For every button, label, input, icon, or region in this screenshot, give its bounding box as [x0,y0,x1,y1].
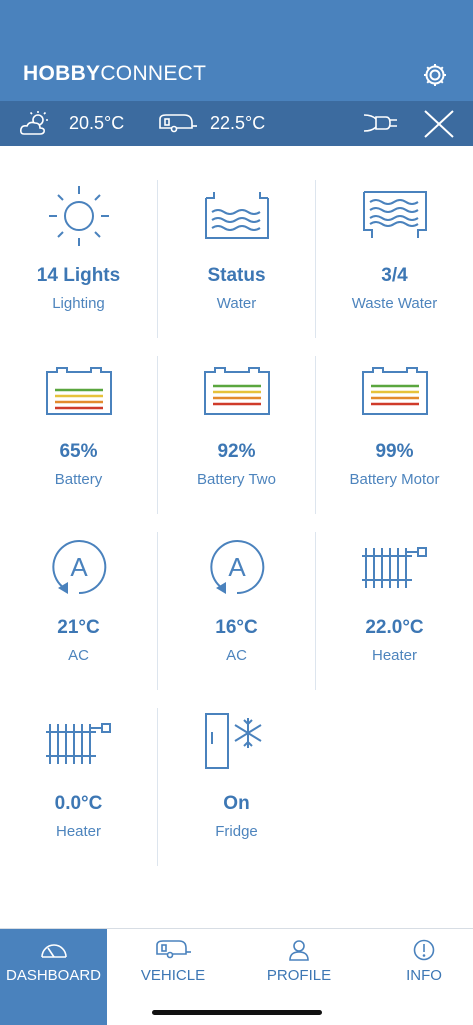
tile-label: AC [226,647,247,664]
tile-waste-water[interactable]: 3/4 Waste Water [316,146,473,321]
tab-info[interactable]: INFO [372,929,473,1025]
home-indicator [152,1010,322,1015]
inside-temperature: 22.5°C [210,113,266,133]
tile-fridge[interactable]: On Fridge [158,674,315,849]
tile-value: Status [207,265,266,286]
tile-heater-2[interactable]: 0.0°C Heater [0,674,157,849]
tile-value: 0.0°C [54,793,103,814]
tab-label: PROFILE [266,967,332,984]
tile-value: 21°C [57,617,100,638]
tile-ac-1[interactable]: A 21°C AC [0,498,157,673]
person-icon [289,940,309,961]
tile-label: Water [216,295,257,312]
close-icon[interactable] [423,109,455,139]
tile-value: 65% [59,441,98,462]
tile-label: Heater [55,823,102,840]
gear-icon[interactable] [421,61,449,89]
tile-water[interactable]: Status Water [158,146,315,321]
info-icon [413,939,435,961]
fridge-icon [204,713,262,769]
tile-ac-2[interactable]: A 16°C AC [158,498,315,673]
sun-icon [48,186,109,246]
ac-icon: A [51,540,106,595]
caravan-icon [156,940,191,959]
ac-icon: A [209,540,264,595]
battery-icon [361,367,428,415]
tile-label: Battery Two [197,471,276,488]
battery-icon [203,367,270,415]
tile-label: Fridge [215,823,258,840]
tile-label: AC [68,647,89,664]
tile-value: 14 Lights [36,265,121,286]
tile-value: 92% [217,441,256,462]
tile-value: On [223,793,250,814]
tab-label: VEHICLE [140,967,206,984]
tile-battery[interactable]: 65% Battery [0,322,157,497]
tile-label: Lighting [52,295,105,312]
tile-label: Battery Motor [349,471,440,488]
tile-label: Waste Water [351,295,438,312]
outside-temperature: 20.5°C [69,113,125,133]
heater-icon [361,547,427,588]
tile-lighting[interactable]: 14 Lights Lighting [0,146,157,321]
waste-water-icon [362,191,427,238]
tile-label: Battery [54,471,103,488]
tab-label: DASHBOARD [5,967,102,984]
speedometer-icon [40,944,67,958]
brand-logo: HOBBYCONNECT [23,62,206,86]
tile-value: 3/4 [381,265,408,286]
plug-icon[interactable] [362,109,400,137]
tile-battery-motor[interactable]: 99% Battery Motor [316,322,473,497]
water-tank-icon [204,192,269,239]
tile-value: 99% [375,441,414,462]
battery-icon [45,367,112,415]
tab-label: INFO [406,967,442,984]
heater-icon [45,723,111,764]
svg-text:A: A [70,552,88,582]
tile-heater-1[interactable]: 22.0°C Heater [316,498,473,673]
svg-text:A: A [228,552,246,582]
tile-battery-two[interactable]: 92% Battery Two [158,322,315,497]
tile-value: 16°C [215,617,258,638]
tile-value: 22.0°C [365,617,424,638]
weather-cloud-sun-icon [20,111,48,135]
app-header: HOBBYCONNECT [0,0,473,101]
brand-light: CONNECT [100,62,207,85]
tab-dashboard[interactable]: DASHBOARD [0,929,107,1025]
caravan-icon [159,114,197,133]
brand-bold: HOBBY [23,62,101,85]
tile-label: Heater [371,647,418,664]
